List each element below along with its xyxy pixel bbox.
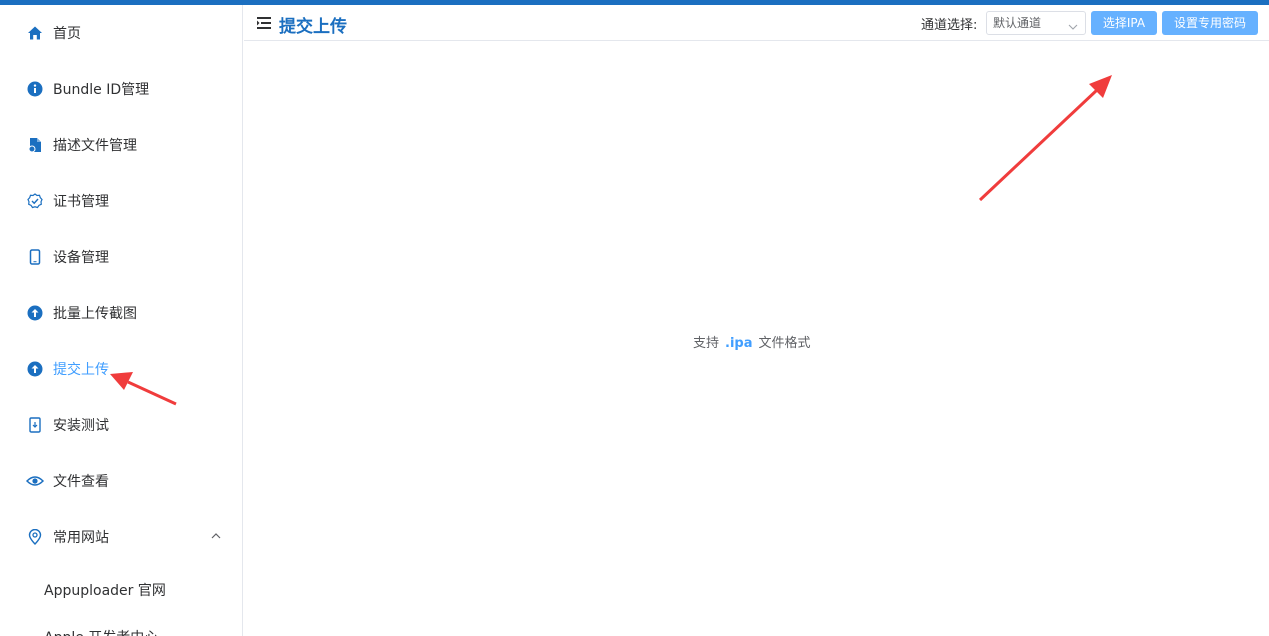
support-suffix: 文件格式 [758,336,811,351]
channel-label: 通道选择: [921,18,978,33]
set-password-button[interactable]: 设置专用密码 [1162,11,1258,35]
chevron-down-icon [1067,18,1079,40]
sidebar-item-label: 批量上传截图 [53,306,137,322]
sidebar-item-label: 证书管理 [53,194,109,210]
sidebar-item-install-test[interactable]: 安装测试 [0,405,242,445]
upload-drop-area[interactable]: 支持 .ipa 文件格式 [244,42,1269,636]
sidebar-item-label: 文件查看 [53,474,109,490]
menu-toggle-icon[interactable] [256,15,272,31]
upload-icon [26,304,44,322]
sidebar-item-home[interactable]: 首页 [0,13,242,53]
page-title: 提交上传 [279,17,347,37]
sidebar-item-label: 设备管理 [53,250,109,266]
sidebar-item-common-sites[interactable]: 常用网站 [0,517,242,557]
sidebar-item-submit-upload[interactable]: 提交上传 [0,349,242,389]
sidebar-subitem-label: Appuploader 官网 [44,583,166,599]
sidebar-item-batch-screenshots[interactable]: 批量上传截图 [0,293,242,333]
sidebar-item-label: 提交上传 [53,362,109,378]
eye-icon [26,472,44,490]
sidebar-item-devices[interactable]: 设备管理 [0,237,242,277]
chevron-up-icon[interactable] [210,530,222,546]
file-icon [26,136,44,154]
sidebar-subitem-apple-developer[interactable]: Apple 开发者中心 [0,617,242,636]
header: 提交上传 通道选择: 默认通道 选择IPA 设置专用密码 [244,5,1269,41]
upload-icon [26,360,44,378]
info-icon [26,80,44,98]
sidebar-item-file-view[interactable]: 文件查看 [0,461,242,501]
support-ext: .ipa [725,336,753,351]
sidebar-subitem-appuploader[interactable]: Appuploader 官网 [0,570,242,610]
sidebar: 首页 Bundle ID管理 描述文件管理 证书管理 设备管理 批量上传截图 提… [0,5,243,636]
channel-select[interactable]: 默认通道 [986,11,1086,35]
sidebar-subitem-label: Apple 开发者中心 [44,627,158,636]
sidebar-item-certificates[interactable]: 证书管理 [0,181,242,221]
sidebar-item-bundle-id[interactable]: Bundle ID管理 [0,69,242,109]
sidebar-item-label: 首页 [53,26,81,42]
location-icon [26,528,44,546]
sidebar-item-profiles[interactable]: 描述文件管理 [0,125,242,165]
install-icon [26,416,44,434]
home-icon [26,24,44,42]
sidebar-item-label: Bundle ID管理 [53,82,150,98]
sidebar-item-label: 常用网站 [53,530,109,546]
sidebar-item-label: 安装测试 [53,418,109,434]
sidebar-item-label: 描述文件管理 [53,138,137,154]
channel-select-value: 默认通道 [993,16,1042,30]
support-prefix: 支持 [693,336,720,351]
certificate-icon [26,192,44,210]
device-icon [26,248,44,266]
support-hint: 支持 .ipa 文件格式 [693,332,811,351]
select-ipa-button[interactable]: 选择IPA [1091,11,1157,35]
